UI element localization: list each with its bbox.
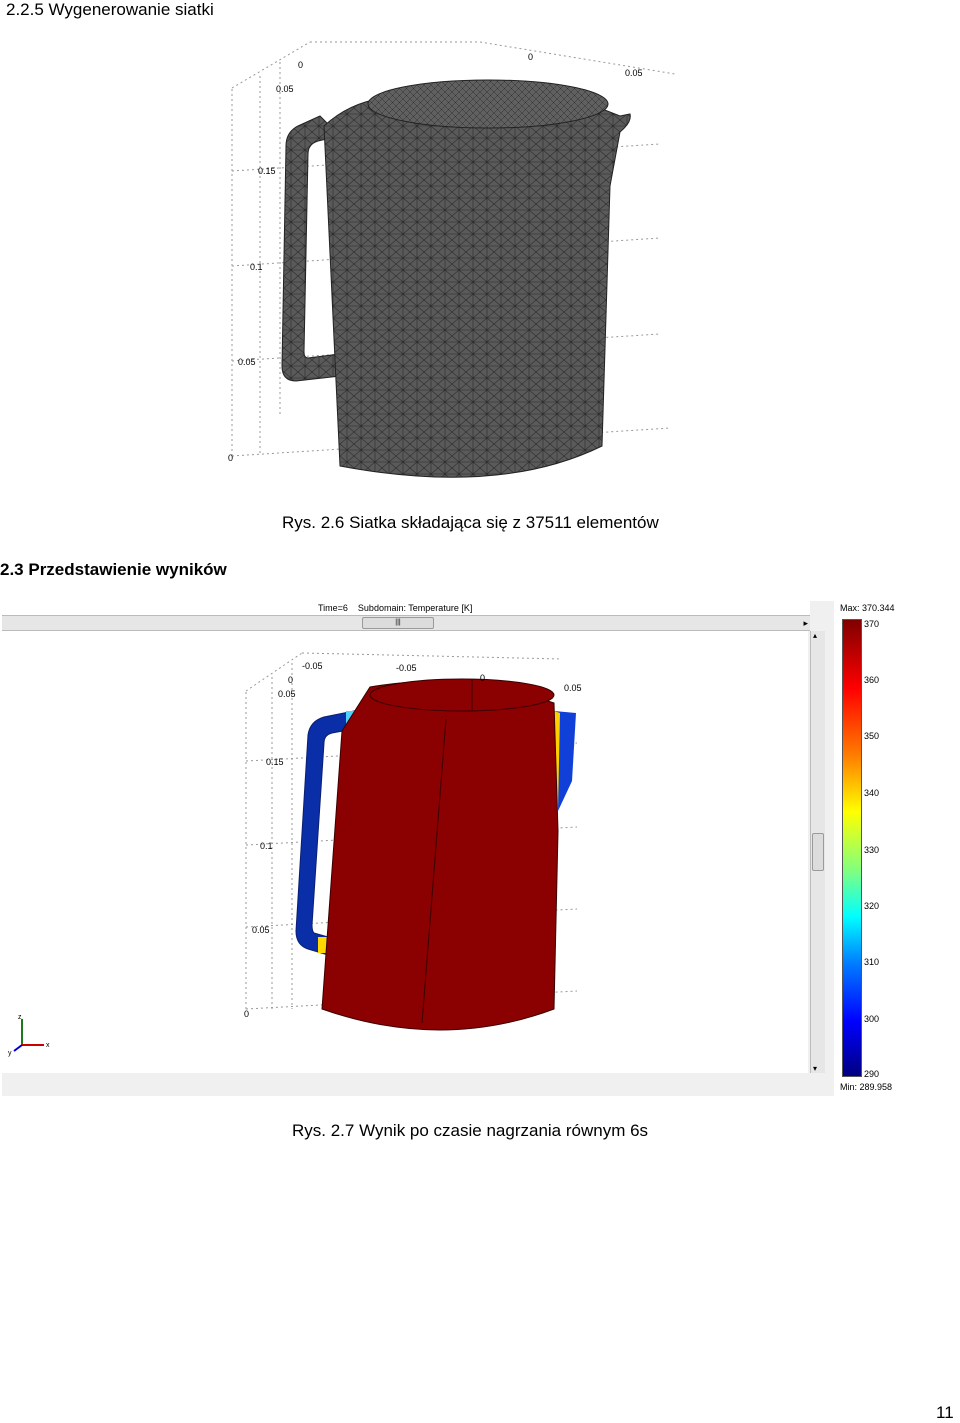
colorbar-max-label: Max: 370.344 <box>840 603 895 613</box>
result-tick-top-x2: -0.05 <box>396 663 417 673</box>
result-figure: Time=6 Subdomain: Temperature [K] ||| ▸ <box>2 601 902 1096</box>
result-tick-z-2: 0.1 <box>260 841 273 851</box>
scroll-right-arrow-icon[interactable]: ▸ <box>803 616 808 630</box>
colorbar-tick: 310 <box>864 957 880 967</box>
scroll-up-arrow-icon[interactable]: ▴ <box>813 631 817 640</box>
colorbar-ticks: 370 360 350 340 330 320 310 300 290 <box>864 619 900 1079</box>
colorbar-gradient <box>842 619 862 1077</box>
axis-triad-icon: z x y <box>8 1014 50 1057</box>
colorbar-tick: 320 <box>864 901 880 911</box>
result-tick-z-3: 0.05 <box>252 925 270 935</box>
mesh-tick-top-mid: 0 <box>528 52 533 62</box>
figure-caption-mesh: Rys. 2.6 Siatka składająca się z 37511 e… <box>282 513 659 532</box>
mesh-tick-z-1: 0.05 <box>276 84 294 94</box>
colorbar-tick: 370 <box>864 619 880 629</box>
section-heading-results: 2.3 Przedstawienie wyników <box>0 560 227 579</box>
colorbar-tick: 350 <box>864 731 880 741</box>
section-heading-mesh: 2.2.5 Wygenerowanie siatki <box>6 0 214 19</box>
mesh-tick-z-3: 0.1 <box>250 262 263 272</box>
mesh-tick-top-right: 0.05 <box>625 68 643 78</box>
colorbar-tick: 290 <box>864 1069 880 1079</box>
mesh-tick-top-left: 0 <box>298 60 303 70</box>
result-tick-z-1: 0.15 <box>266 757 284 767</box>
triad-label-z: z <box>18 1014 22 1021</box>
mesh-figure: 0.05 0.15 0.1 0.05 0 0 0 0.05 <box>228 41 676 478</box>
figure-caption-result: Rys. 2.7 Wynik po czasie nagrzania równy… <box>292 1121 649 1140</box>
horizontal-scrollbar[interactable]: ||| ▸ <box>2 615 810 631</box>
horizontal-scroll-thumb[interactable]: ||| <box>362 617 434 629</box>
result-tick-top-right: 0.05 <box>564 683 582 693</box>
triad-label-y: y <box>8 1050 12 1057</box>
result-tick-top-z1: 0.05 <box>278 689 296 699</box>
vertical-scrollbar[interactable]: ▴ ▾ <box>810 631 825 1073</box>
colorbar-tick: 300 <box>864 1014 880 1024</box>
mesh-tick-z-5: 0 <box>228 453 233 463</box>
result-tick-z-4: 0 <box>244 1009 249 1019</box>
result-tick-top-x1: -0.05 <box>302 661 323 671</box>
colorbar-panel: Max: 370.344 370 360 350 340 330 320 310… <box>834 601 902 1096</box>
colorbar-min-label: Min: 289.958 <box>840 1082 893 1092</box>
plot-title: Time=6 Subdomain: Temperature [K] <box>318 603 473 613</box>
colorbar-tick: 360 <box>864 675 880 685</box>
plot-canvas[interactable]: -0.05 -0.05 0 0 0.05 0.05 0.15 0.1 0.05 … <box>2 631 808 1073</box>
scroll-down-arrow-icon[interactable]: ▾ <box>813 1064 817 1073</box>
mesh-tick-z-4: 0.05 <box>238 357 256 367</box>
result-tick-top-z0: 0 <box>288 675 293 685</box>
plot-title-bar: Time=6 Subdomain: Temperature [K] <box>2 601 810 615</box>
vertical-scroll-thumb[interactable] <box>812 833 824 871</box>
colorbar-tick: 330 <box>864 845 880 855</box>
mesh-tick-z-2: 0.15 <box>258 166 276 176</box>
page-number: 11 <box>936 1403 954 1422</box>
mesh-body-shape <box>323 85 631 478</box>
triad-label-x: x <box>46 1042 50 1049</box>
colorbar-tick: 340 <box>864 788 880 798</box>
result-body-shape <box>321 681 559 1031</box>
result-tick-top-y: 0 <box>480 673 485 683</box>
